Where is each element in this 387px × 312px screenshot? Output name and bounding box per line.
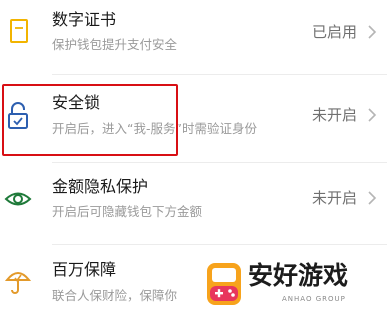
chevron-right-icon [367,24,377,40]
setting-status: 未开启 [311,189,357,207]
setting-title: 安全锁 [52,93,101,112]
setting-subtitle: 开启后可隐藏钱包下方金额 [52,204,203,219]
setting-title: 数字证书 [52,10,117,29]
setting-title: 金额隐私保护 [52,177,149,196]
settings-item-digital-certificate[interactable]: 数字证书 保护钱包提升支付安全 已启用 [0,0,387,72]
setting-status: 未开启 [311,106,357,124]
umbrella-icon [4,266,32,296]
setting-subtitle: 开启后，进入“我-服务”时需验证身份 [52,121,257,136]
settings-item-security-lock[interactable]: 安全锁 开启后，进入“我-服务”时需验证身份 未开启 [0,76,387,160]
wallet-security-screen: 数字证书 保护钱包提升支付安全 已启用 安全锁 开启后，进入“我-服务”时需验证… [0,0,387,312]
setting-subtitle: 联合人保财险，保障你 [52,288,178,303]
watermark: 安好游戏 ANHAO GROUP [202,258,387,312]
lock-icon [4,100,32,130]
chevron-right-icon [367,107,377,123]
divider [52,244,387,245]
certificate-icon [4,18,32,48]
gamepad-logo-icon [204,260,244,308]
setting-status: 已启用 [311,23,357,41]
settings-item-amount-privacy[interactable]: 金额隐私保护 开启后可隐藏钱包下方金额 未开启 [0,164,387,240]
setting-subtitle: 保护钱包提升支付安全 [52,37,178,52]
divider [52,74,387,75]
chevron-right-icon [367,190,377,206]
watermark-text: 安好游戏 [248,261,349,290]
eye-icon [4,184,32,214]
divider [52,162,387,163]
setting-title: 百万保障 [52,260,117,279]
watermark-domain: ANHAO GROUP [282,295,346,303]
